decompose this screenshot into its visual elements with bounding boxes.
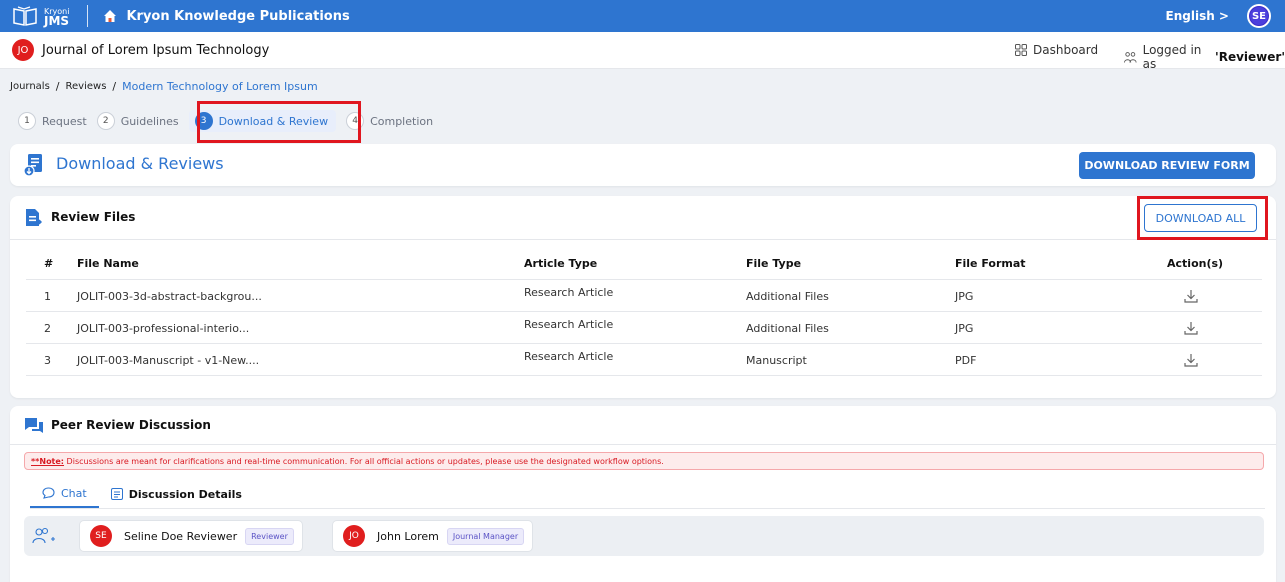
row-index: 3 <box>44 354 51 367</box>
details-icon <box>110 488 123 500</box>
tab-discussion-details[interactable]: Discussion Details <box>99 480 254 508</box>
file-format: JPG <box>955 322 974 335</box>
brand-name: JMS <box>44 13 70 28</box>
divider <box>10 444 1276 445</box>
download-icon[interactable] <box>1183 320 1199 336</box>
section-title: Download & Reviews <box>56 154 224 173</box>
article-type: Research Article <box>524 286 614 299</box>
dashboard-label: Dashboard <box>1033 43 1099 57</box>
participants-bar: SE Seline Doe Reviewer Reviewer JO John … <box>24 516 1264 556</box>
download-reviews-card: Download & Reviews DOWNLOAD REVIEW FORM <box>10 144 1276 186</box>
divider <box>87 5 89 27</box>
col-actions: Action(s) <box>1167 257 1224 270</box>
home-icon <box>104 10 117 22</box>
file-type: Manuscript <box>746 354 807 367</box>
review-files-title: Review Files <box>51 210 136 224</box>
col-index: # <box>44 257 54 270</box>
table-row: 3 JOLIT-003-Manuscript - v1-New.... Rese… <box>26 344 1262 376</box>
participant-name: John Lorem <box>377 529 439 543</box>
add-participant-icon[interactable] <box>32 527 56 545</box>
article-type: Research Article <box>524 350 614 363</box>
file-type: Additional Files <box>746 322 829 335</box>
participant-chip[interactable]: SE Seline Doe Reviewer Reviewer <box>79 520 303 552</box>
review-files-header: Review Files DOWNLOAD ALL <box>10 196 1276 240</box>
file-type: Additional Files <box>746 290 829 303</box>
journal-bar: JO Journal of Lorem Ipsum Technology Das… <box>0 32 1285 71</box>
chat-icon <box>42 487 55 499</box>
language-selector[interactable]: English > <box>1166 9 1229 23</box>
users-icon <box>1124 51 1137 63</box>
chat-bubbles-icon <box>25 418 43 433</box>
breadcrumb-journals[interactable]: Journals <box>10 81 50 92</box>
table-header: # File Name Article Type File Type File … <box>26 250 1262 280</box>
tab-label: Discussion Details <box>128 487 242 501</box>
discussion-note: **Note: Discussions are meant for clarif… <box>24 452 1264 470</box>
breadcrumb-separator: / <box>112 80 117 93</box>
step-label: Request <box>42 114 87 128</box>
avatar: JO <box>343 525 365 547</box>
step-label: Completion <box>370 114 434 128</box>
participant-chip[interactable]: JO John Lorem Journal Manager <box>332 520 534 552</box>
top-bar: Kryoni JMS Kryon Knowledge Publications … <box>0 0 1285 32</box>
document-download-icon <box>24 154 42 177</box>
download-icon[interactable] <box>1183 288 1199 304</box>
role-badge: Reviewer <box>245 527 294 545</box>
user-avatar[interactable]: SE <box>1247 4 1271 28</box>
step-label: Guidelines <box>120 114 179 128</box>
tab-chat[interactable]: Chat <box>30 480 99 508</box>
file-name: JOLIT-003-professional-interio... <box>77 322 250 335</box>
breadcrumb-reviews[interactable]: Reviews <box>66 81 107 92</box>
file-format: PDF <box>955 354 977 367</box>
publisher-name[interactable]: Kryon Knowledge Publications <box>126 9 349 24</box>
highlight-box-step <box>197 101 361 143</box>
avatar: SE <box>90 525 112 547</box>
breadcrumb-current: Modern Technology of Lorem Ipsum <box>122 80 318 93</box>
highlight-box-download-all <box>1137 196 1268 240</box>
file-format: JPG <box>955 290 974 303</box>
logged-role: 'Reviewer' <box>1215 50 1285 64</box>
breadcrumb-separator: / <box>55 80 60 93</box>
file-name: JOLIT-003-Manuscript - v1-New.... <box>77 354 260 367</box>
journal-avatar: JO <box>12 39 34 61</box>
peer-review-discussion-card: Peer Review Discussion **Note: Discussio… <box>10 406 1276 582</box>
role-badge: Journal Manager <box>446 527 525 545</box>
col-file-type: File Type <box>746 257 802 270</box>
tabs-underline <box>30 508 1265 509</box>
article-type: Research Article <box>524 318 614 331</box>
participant-name: Seline Doe Reviewer <box>124 529 238 543</box>
note-text: Discussions are meant for clarifications… <box>64 457 664 466</box>
col-article-type: Article Type <box>524 257 598 270</box>
journal-title: Journal of Lorem Ipsum Technology <box>42 42 270 58</box>
dashboard-link[interactable]: Dashboard <box>1015 43 1098 57</box>
col-file-name: File Name <box>77 257 139 270</box>
review-files-card: Review Files DOWNLOAD ALL # File Name Ar… <box>10 196 1276 398</box>
discussion-tabs: Chat Discussion Details <box>30 480 254 508</box>
row-index: 2 <box>44 322 51 335</box>
file-name: JOLIT-003-3d-abstract-backgrou... <box>77 290 262 303</box>
row-index: 1 <box>44 290 51 303</box>
step-guidelines[interactable]: 2 Guidelines <box>96 112 179 130</box>
breadcrumb: Journals / Reviews / Modern Technology o… <box>10 80 318 93</box>
step-number: 2 <box>96 112 115 130</box>
grid-icon <box>1015 44 1027 56</box>
table-row: 2 JOLIT-003-professional-interio... Rese… <box>26 312 1262 344</box>
tab-label: Chat <box>61 486 87 500</box>
discussion-title: Peer Review Discussion <box>51 418 211 432</box>
files-table: # File Name Article Type File Type File … <box>26 250 1262 376</box>
file-icon <box>26 209 42 226</box>
table-row: 1 JOLIT-003-3d-abstract-backgrou... Rese… <box>26 280 1262 312</box>
logged-prefix: Logged in as <box>1142 43 1202 71</box>
download-review-form-button[interactable]: DOWNLOAD REVIEW FORM <box>1079 152 1255 179</box>
step-number: 1 <box>18 112 36 130</box>
app-logo[interactable]: Kryoni JMS <box>12 5 69 27</box>
note-prefix: **Note: <box>31 457 65 466</box>
book-logo-icon <box>13 6 37 26</box>
logged-in-status: Logged in as 'Reviewer' <box>1124 43 1285 71</box>
col-file-format: File Format <box>955 257 1026 270</box>
step-request[interactable]: 1 Request <box>18 112 87 130</box>
download-icon[interactable] <box>1183 352 1199 368</box>
